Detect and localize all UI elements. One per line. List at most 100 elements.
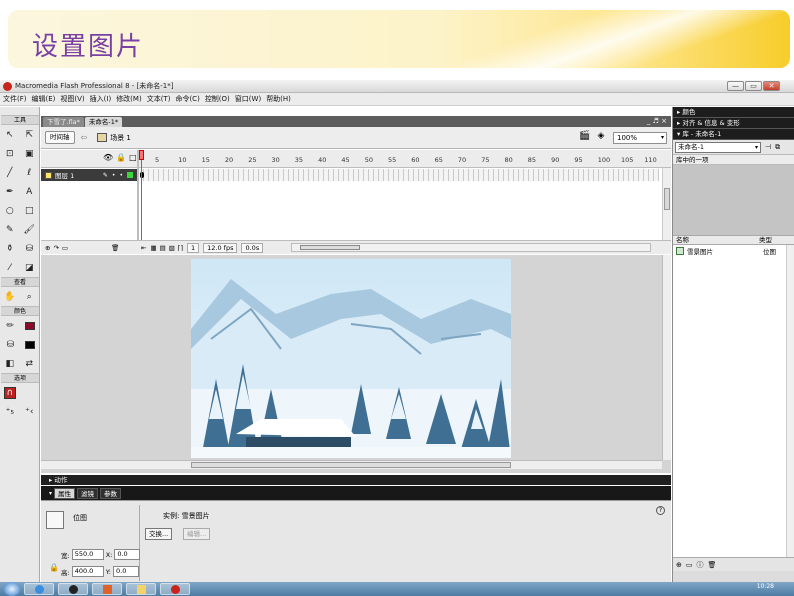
menu-window[interactable]: 窗口(W): [235, 94, 261, 104]
tab-filters[interactable]: 滤镜: [77, 487, 99, 499]
rectangle-tool-icon[interactable]: □: [23, 205, 35, 217]
add-folder-icon[interactable]: ▭: [62, 244, 68, 252]
taskbar-powerpoint[interactable]: [92, 583, 122, 595]
oval-tool-icon[interactable]: ○: [4, 205, 16, 217]
col-name[interactable]: 名称: [673, 236, 759, 244]
stage-vertical-scrollbar[interactable]: [662, 255, 671, 460]
frame-ruler[interactable]: 5 10 15 20 25 30 35 40 45 50 55 60 65 70 75 80 85 90 95 100…: [139, 150, 659, 168]
layer-visible-dot[interactable]: •: [112, 172, 116, 179]
onion-outline-icon[interactable]: ▤: [160, 244, 166, 252]
menu-control[interactable]: 控制(O): [205, 94, 230, 104]
brush-tool-icon[interactable]: 🖌: [23, 224, 35, 236]
constrain-lock-icon[interactable]: 🔒: [49, 563, 59, 572]
new-library-icon[interactable]: ⧉: [775, 143, 780, 152]
stage-hscroll-thumb[interactable]: [191, 462, 511, 468]
library-document-select[interactable]: 未命名-1: [675, 141, 761, 153]
frame-strip[interactable]: [139, 169, 659, 181]
tab-parameters[interactable]: 参数: [100, 487, 122, 499]
layer-row[interactable]: 图层 1 ✎ • •: [41, 169, 137, 181]
collapse-arrow-icon[interactable]: ▾: [49, 490, 52, 497]
pen-tool-icon[interactable]: ✒: [4, 186, 16, 198]
hand-tool-icon[interactable]: ✋: [4, 291, 16, 303]
menu-insert[interactable]: 插入(I): [90, 94, 112, 104]
menu-help[interactable]: 帮助(H): [266, 94, 291, 104]
edit-multiple-frames-icon[interactable]: ▧: [169, 244, 175, 252]
taskbar-qq[interactable]: [58, 583, 88, 595]
ink-bottle-tool-icon[interactable]: ⚱: [4, 243, 16, 255]
doc-tab-untitled[interactable]: 未命名-1*: [84, 117, 123, 127]
eyedropper-tool-icon[interactable]: ⁄: [4, 262, 16, 274]
col-type[interactable]: 类型: [759, 236, 772, 244]
start-button[interactable]: [4, 582, 20, 596]
menu-edit[interactable]: 编辑(E): [32, 94, 56, 104]
selection-tool-icon[interactable]: ↖: [4, 129, 16, 141]
document-window-controls[interactable]: _ ♬ ×: [647, 116, 667, 127]
smooth-option-icon[interactable]: ⁺₅: [4, 406, 16, 418]
lasso-tool-icon[interactable]: ℓ: [23, 167, 35, 179]
pencil-tool-icon[interactable]: ✎: [4, 224, 16, 236]
playhead[interactable]: [139, 150, 144, 254]
edit-scene-icon[interactable]: 🎬: [579, 131, 591, 143]
frame-rate[interactable]: 12.0 fps: [203, 242, 238, 253]
menu-view[interactable]: 视图(V): [60, 94, 84, 104]
outline-icon[interactable]: □: [129, 153, 137, 162]
timeline-hscroll-thumb[interactable]: [300, 245, 360, 250]
stroke-color-icon[interactable]: ✏: [4, 320, 16, 332]
stroke-color-swatch[interactable]: [24, 321, 35, 330]
help-icon[interactable]: ?: [656, 506, 665, 515]
menu-text[interactable]: 文本(T): [147, 94, 171, 104]
swap-button[interactable]: 交换...: [145, 528, 173, 540]
menu-commands[interactable]: 命令(C): [175, 94, 199, 104]
free-transform-tool-icon[interactable]: ⊡: [4, 148, 16, 160]
library-scrollbar[interactable]: [786, 245, 794, 557]
stage-horizontal-scrollbar[interactable]: [41, 460, 662, 469]
width-field[interactable]: 550.0: [71, 549, 104, 560]
restore-button[interactable]: ▭: [745, 81, 762, 91]
y-field[interactable]: 0.0: [113, 566, 140, 577]
library-item[interactable]: 雪景图片 位图: [673, 245, 794, 256]
align-info-transform-bar[interactable]: ▸ 对齐 & 信息 & 变形: [673, 118, 794, 129]
lock-icon[interactable]: 🔒: [116, 153, 126, 162]
paint-bucket-tool-icon[interactable]: ⛁: [23, 243, 35, 255]
timeline-vscroll-thumb[interactable]: [664, 188, 670, 210]
onion-skin-icon[interactable]: ▦: [150, 244, 156, 252]
eraser-tool-icon[interactable]: ◪: [23, 262, 35, 274]
line-tool-icon[interactable]: ╱: [4, 167, 16, 179]
menu-modify[interactable]: 修改(M): [116, 94, 142, 104]
snap-magnet-icon[interactable]: ∩: [3, 386, 16, 399]
swap-colors-icon[interactable]: ⇄: [23, 358, 35, 370]
close-button[interactable]: ✕: [763, 81, 780, 91]
timeline-horizontal-scrollbar[interactable]: [291, 243, 651, 252]
menu-file[interactable]: 文件(F): [3, 94, 27, 104]
add-layer-icon[interactable]: ⊕: [45, 244, 50, 252]
subselection-tool-icon[interactable]: ⇱: [23, 129, 35, 141]
fill-color-icon[interactable]: ⛁: [4, 339, 16, 351]
pin-icon[interactable]: ⊣: [765, 143, 771, 151]
delete-icon[interactable]: 🗑: [708, 561, 717, 569]
actions-panel-bar[interactable]: ▸ 动作: [41, 475, 671, 485]
eye-icon[interactable]: 👁: [103, 153, 113, 162]
straighten-option-icon[interactable]: ⁺‹: [23, 406, 35, 418]
center-frame-icon[interactable]: ⇤: [141, 244, 146, 252]
minimize-button[interactable]: —: [727, 81, 744, 91]
layer-outline-swatch[interactable]: [127, 171, 133, 178]
add-guide-icon[interactable]: ↷: [53, 244, 58, 252]
taskbar-ie[interactable]: [24, 583, 54, 595]
default-colors-icon[interactable]: ◧: [4, 358, 16, 370]
taskbar-flash[interactable]: [160, 583, 190, 595]
new-symbol-icon[interactable]: ⊕: [676, 561, 682, 569]
trash-icon[interactable]: 🗑: [111, 244, 119, 252]
fill-color-swatch[interactable]: [24, 340, 35, 349]
fill-transform-tool-icon[interactable]: ▣: [23, 148, 35, 160]
properties-icon[interactable]: ⓘ: [697, 560, 704, 570]
taskbar-folder[interactable]: [126, 583, 156, 595]
edit-symbol-icon[interactable]: ◈: [595, 131, 607, 143]
onion-markers-icon[interactable]: ⌈⌉: [178, 244, 183, 252]
layer-lock-dot[interactable]: •: [119, 172, 123, 179]
new-folder-icon[interactable]: ▭: [686, 561, 693, 569]
zoom-select[interactable]: 100% ▾: [613, 132, 667, 144]
text-tool-icon[interactable]: A: [23, 186, 35, 198]
zoom-tool-icon[interactable]: ⌕: [23, 291, 35, 303]
library-panel-bar[interactable]: ▾ 库 - 未命名-1: [673, 129, 794, 140]
tab-properties[interactable]: 属性: [54, 487, 76, 499]
